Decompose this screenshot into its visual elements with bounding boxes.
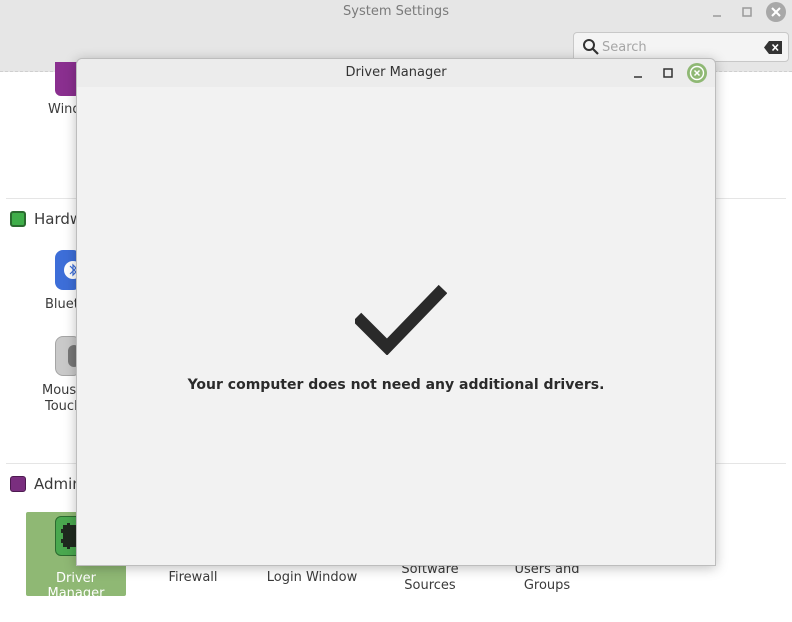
search-icon (583, 39, 599, 55)
users-groups-label-line2[interactable]: Groups (497, 578, 597, 594)
minimize-icon (713, 15, 721, 17)
status-message: Your computer does not need any addition… (187, 377, 605, 393)
clear-search-icon[interactable] (764, 41, 782, 54)
hardware-section-label: Hardw (34, 210, 83, 228)
close-icon (689, 65, 705, 81)
settings-close-button[interactable] (766, 2, 786, 22)
dialog-title: Driver Manager (345, 65, 447, 80)
checkmark-icon (355, 284, 447, 355)
driver-manager-dialog: Driver Manager Your computer does not ne… (76, 58, 716, 566)
hardware-chip-icon (10, 211, 26, 227)
dialog-close-button[interactable] (687, 63, 707, 83)
administration-section-header: Admin (10, 475, 82, 493)
firewall-label[interactable]: Firewall (143, 570, 243, 586)
dialog-titlebar[interactable]: Driver Manager (77, 59, 715, 87)
mouse-app-label-line1[interactable]: Mous (42, 383, 76, 399)
settings-window-title: System Settings (343, 4, 449, 19)
maximize-icon[interactable] (661, 66, 675, 80)
login-window-label[interactable]: Login Window (262, 570, 362, 586)
terminal-icon (10, 476, 26, 492)
administration-section-label: Admin (34, 475, 82, 493)
minimize-icon[interactable] (631, 67, 645, 81)
search-placeholder: Search (602, 40, 647, 55)
software-sources-label-line2[interactable]: Sources (380, 578, 480, 594)
hardware-section-header: Hardw (10, 210, 82, 228)
close-icon (771, 7, 781, 17)
settings-minimize-button[interactable] (708, 3, 726, 21)
driver-manager-label[interactable]: Driver Manager (26, 571, 126, 601)
maximize-icon (742, 7, 752, 17)
bluetooth-app-label[interactable]: Bluet (45, 297, 79, 313)
settings-maximize-button[interactable] (738, 3, 756, 21)
